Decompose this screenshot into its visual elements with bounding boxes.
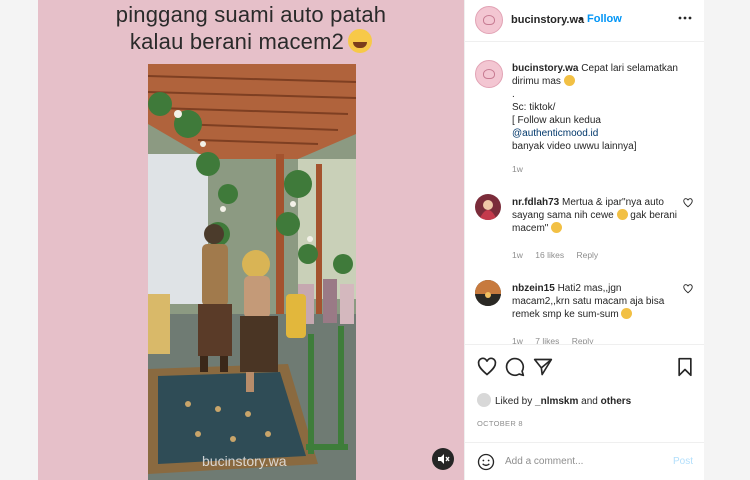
post-button[interactable]: Post: [673, 456, 693, 467]
comment-text: nbzein15 Hati2 mas,,jgn macam2,,krn satu…: [512, 282, 682, 321]
comment-like-heart-icon[interactable]: [683, 284, 693, 297]
comment-username[interactable]: nbzein15: [512, 283, 555, 294]
video-frame: bucinstory.wa: [148, 64, 356, 480]
comment-icon[interactable]: [505, 357, 525, 382]
post-header: bucinstory.wa • Follow: [465, 0, 705, 42]
comment-item: nr.fdlah73 Mertua & ipar"nya auto sayang…: [465, 194, 705, 264]
avatar[interactable]: [475, 280, 501, 306]
liked-by-and: and: [581, 396, 598, 407]
avatar[interactable]: [475, 60, 503, 88]
comment-likes[interactable]: 7 likes: [535, 336, 559, 344]
caption-line-2: .: [512, 89, 515, 100]
media-caption-line-1: pinggang suami auto patah: [115, 2, 387, 27]
laughing-crying-emoji-icon: [348, 29, 373, 53]
caption-line-3: Sc: tiktok/: [512, 102, 556, 113]
header-username[interactable]: bucinstory.wa: [511, 14, 584, 26]
liked-by-prefix: Liked by: [495, 396, 533, 407]
caption-time[interactable]: 1w: [512, 164, 523, 174]
liked-by-user[interactable]: _nlmskm: [535, 396, 578, 407]
post-caption: bucinstory.wa Cepat lari selamatkan diri…: [465, 60, 705, 180]
reply-button[interactable]: Reply: [576, 250, 598, 260]
avatar[interactable]: [475, 194, 501, 220]
laughing-emoji-icon: [616, 209, 628, 220]
caption-meta: 1w: [512, 164, 533, 174]
caption-line-5: banyak video uwwu lainnya]: [512, 141, 637, 152]
post-media[interactable]: pinggang suami auto patah kalau berani m…: [38, 0, 464, 480]
caption-username[interactable]: bucinstory.wa: [512, 63, 579, 74]
comment-item: nbzein15 Hati2 mas,,jgn macam2,,krn satu…: [465, 280, 705, 344]
add-comment-bar: Add a comment... Post: [465, 442, 705, 480]
reply-button[interactable]: Reply: [572, 336, 594, 344]
media-caption-line-2: kalau berani macem2: [38, 29, 464, 55]
caption-text: bucinstory.wa Cepat lari selamatkan diri…: [512, 62, 682, 153]
avatar[interactable]: [477, 393, 491, 407]
caption-mention-link[interactable]: @authenticmood.id: [512, 128, 598, 139]
comment-username[interactable]: nr.fdlah73: [512, 197, 559, 208]
comment-meta: 1w 7 likes Reply: [512, 336, 603, 344]
comment-meta: 1w 16 likes Reply: [512, 250, 608, 260]
page-background-left: [0, 0, 38, 480]
heart-icon[interactable]: [477, 357, 497, 382]
avatar[interactable]: [475, 6, 503, 34]
header-separator: •: [579, 14, 583, 25]
follow-button[interactable]: Follow: [587, 13, 622, 25]
post-sidebar: bucinstory.wa • Follow bucinstory.wa Cep…: [464, 0, 705, 480]
page-background-right: [704, 0, 750, 480]
more-options-icon[interactable]: [677, 8, 693, 29]
comment-time[interactable]: 1w: [512, 250, 523, 260]
comment-input[interactable]: Add a comment...: [505, 456, 583, 467]
paper-plane-icon[interactable]: [533, 357, 553, 382]
comment-likes[interactable]: 16 likes: [535, 250, 564, 260]
comment-text: nr.fdlah73 Mertua & ipar"nya auto sayang…: [512, 196, 682, 235]
bookmark-icon[interactable]: [675, 357, 695, 382]
wedding-video[interactable]: bucinstory.wa: [148, 64, 356, 480]
grimacing-emoji-icon: [621, 308, 633, 319]
smiling-emoji-icon: [563, 75, 575, 86]
comment-time[interactable]: 1w: [512, 336, 523, 344]
liked-by-others[interactable]: others: [601, 396, 632, 407]
video-watermark: bucinstory.wa: [202, 453, 287, 469]
speaker-muted-icon[interactable]: [432, 448, 454, 470]
post-date[interactable]: OCTOBER 8: [477, 419, 523, 428]
grimacing-emoji-icon: [551, 222, 563, 233]
post-actions: Liked by _nlmskm and others OCTOBER 8: [465, 344, 705, 442]
liked-by-row: Liked by _nlmskm and others: [477, 393, 631, 407]
comments-scroll-area[interactable]: bucinstory.wa Cepat lari selamatkan diri…: [465, 42, 705, 344]
smiley-icon[interactable]: [477, 453, 495, 476]
comment-like-heart-icon[interactable]: [683, 198, 693, 211]
caption-line-4: [ Follow akun kedua: [512, 115, 601, 126]
